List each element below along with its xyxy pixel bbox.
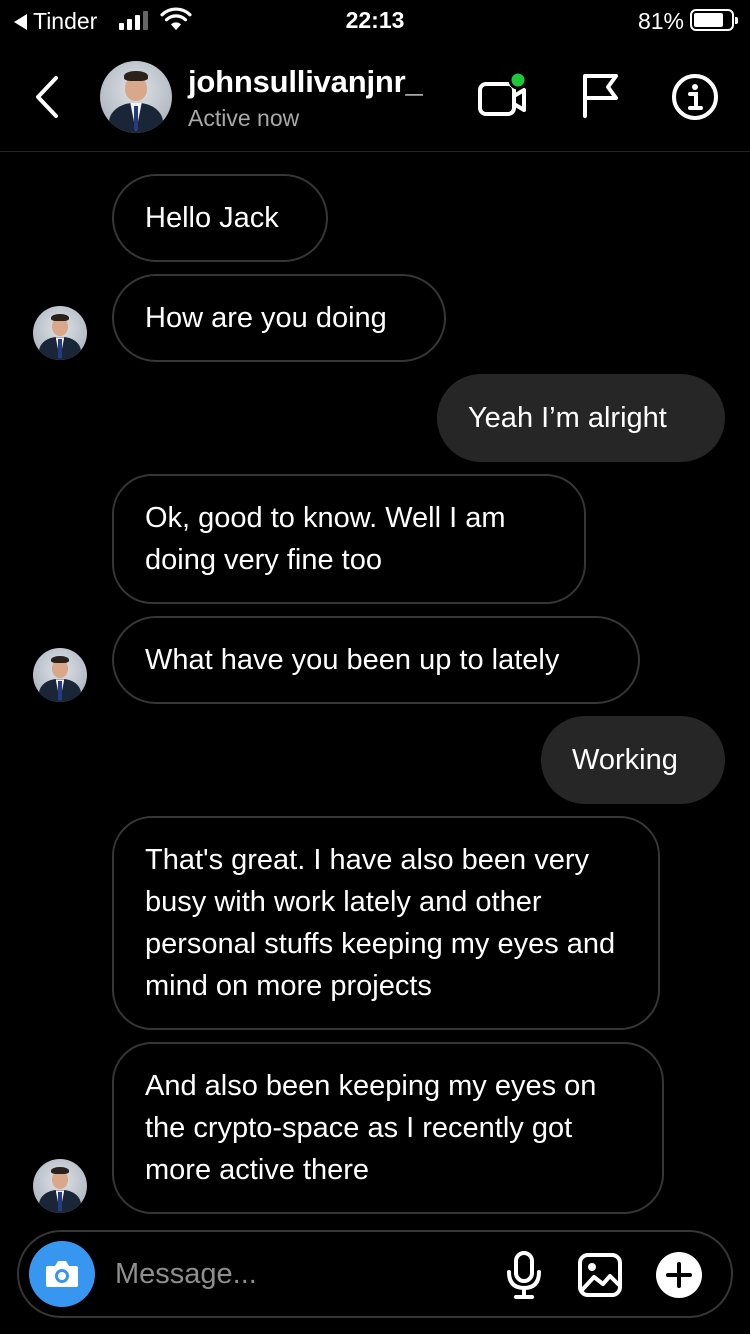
message-composer [17,1230,733,1318]
message-outgoing[interactable]: Working [541,716,725,804]
message-incoming[interactable]: And also been keeping my eyes on the cry… [112,1042,664,1214]
camera-icon [46,1261,78,1287]
sender-avatar[interactable] [33,648,87,702]
battery-percentage: 81% [637,8,684,34]
gallery-icon[interactable] [577,1252,623,1298]
message-text: Ok, good to know. Well I am doing very f… [145,502,506,576]
message-text: Working [572,744,678,776]
sender-avatar[interactable] [33,306,87,360]
message-outgoing[interactable]: Yeah I’m alright [437,374,725,462]
flag-icon[interactable] [580,72,622,118]
message-text: Hello Jack [145,202,279,234]
message-text: That's great. I have also been very busy… [145,844,616,1002]
chat-username[interactable]: johnsullivanjnr_ [188,64,423,100]
sender-avatar[interactable] [33,1159,87,1213]
info-icon[interactable] [670,72,720,122]
message-text: How are you doing [145,302,387,334]
battery-icon [690,9,738,31]
message-incoming[interactable]: What have you been up to lately [112,616,640,704]
avatar[interactable] [100,61,172,133]
microphone-icon[interactable] [505,1250,543,1300]
back-chevron-icon[interactable] [30,74,64,120]
message-incoming[interactable]: That's great. I have also been very busy… [112,816,660,1030]
plus-icon[interactable] [655,1251,703,1299]
message-text: And also been keeping my eyes on the cry… [145,1070,597,1186]
camera-button[interactable] [29,1241,95,1307]
message-input[interactable] [115,1250,475,1298]
video-call-icon[interactable] [476,70,532,122]
status-bar: Tinder 22:13 81% [0,0,750,40]
active-status: Active now [188,105,300,131]
message-incoming[interactable]: Hello Jack [112,174,328,262]
message-incoming[interactable]: How are you doing [112,274,446,362]
chat-header: johnsullivanjnr_ Active now [0,50,750,152]
message-incoming[interactable]: Ok, good to know. Well I am doing very f… [112,474,586,604]
message-text: Yeah I’m alright [468,402,667,434]
message-text: What have you been up to lately [145,644,560,676]
